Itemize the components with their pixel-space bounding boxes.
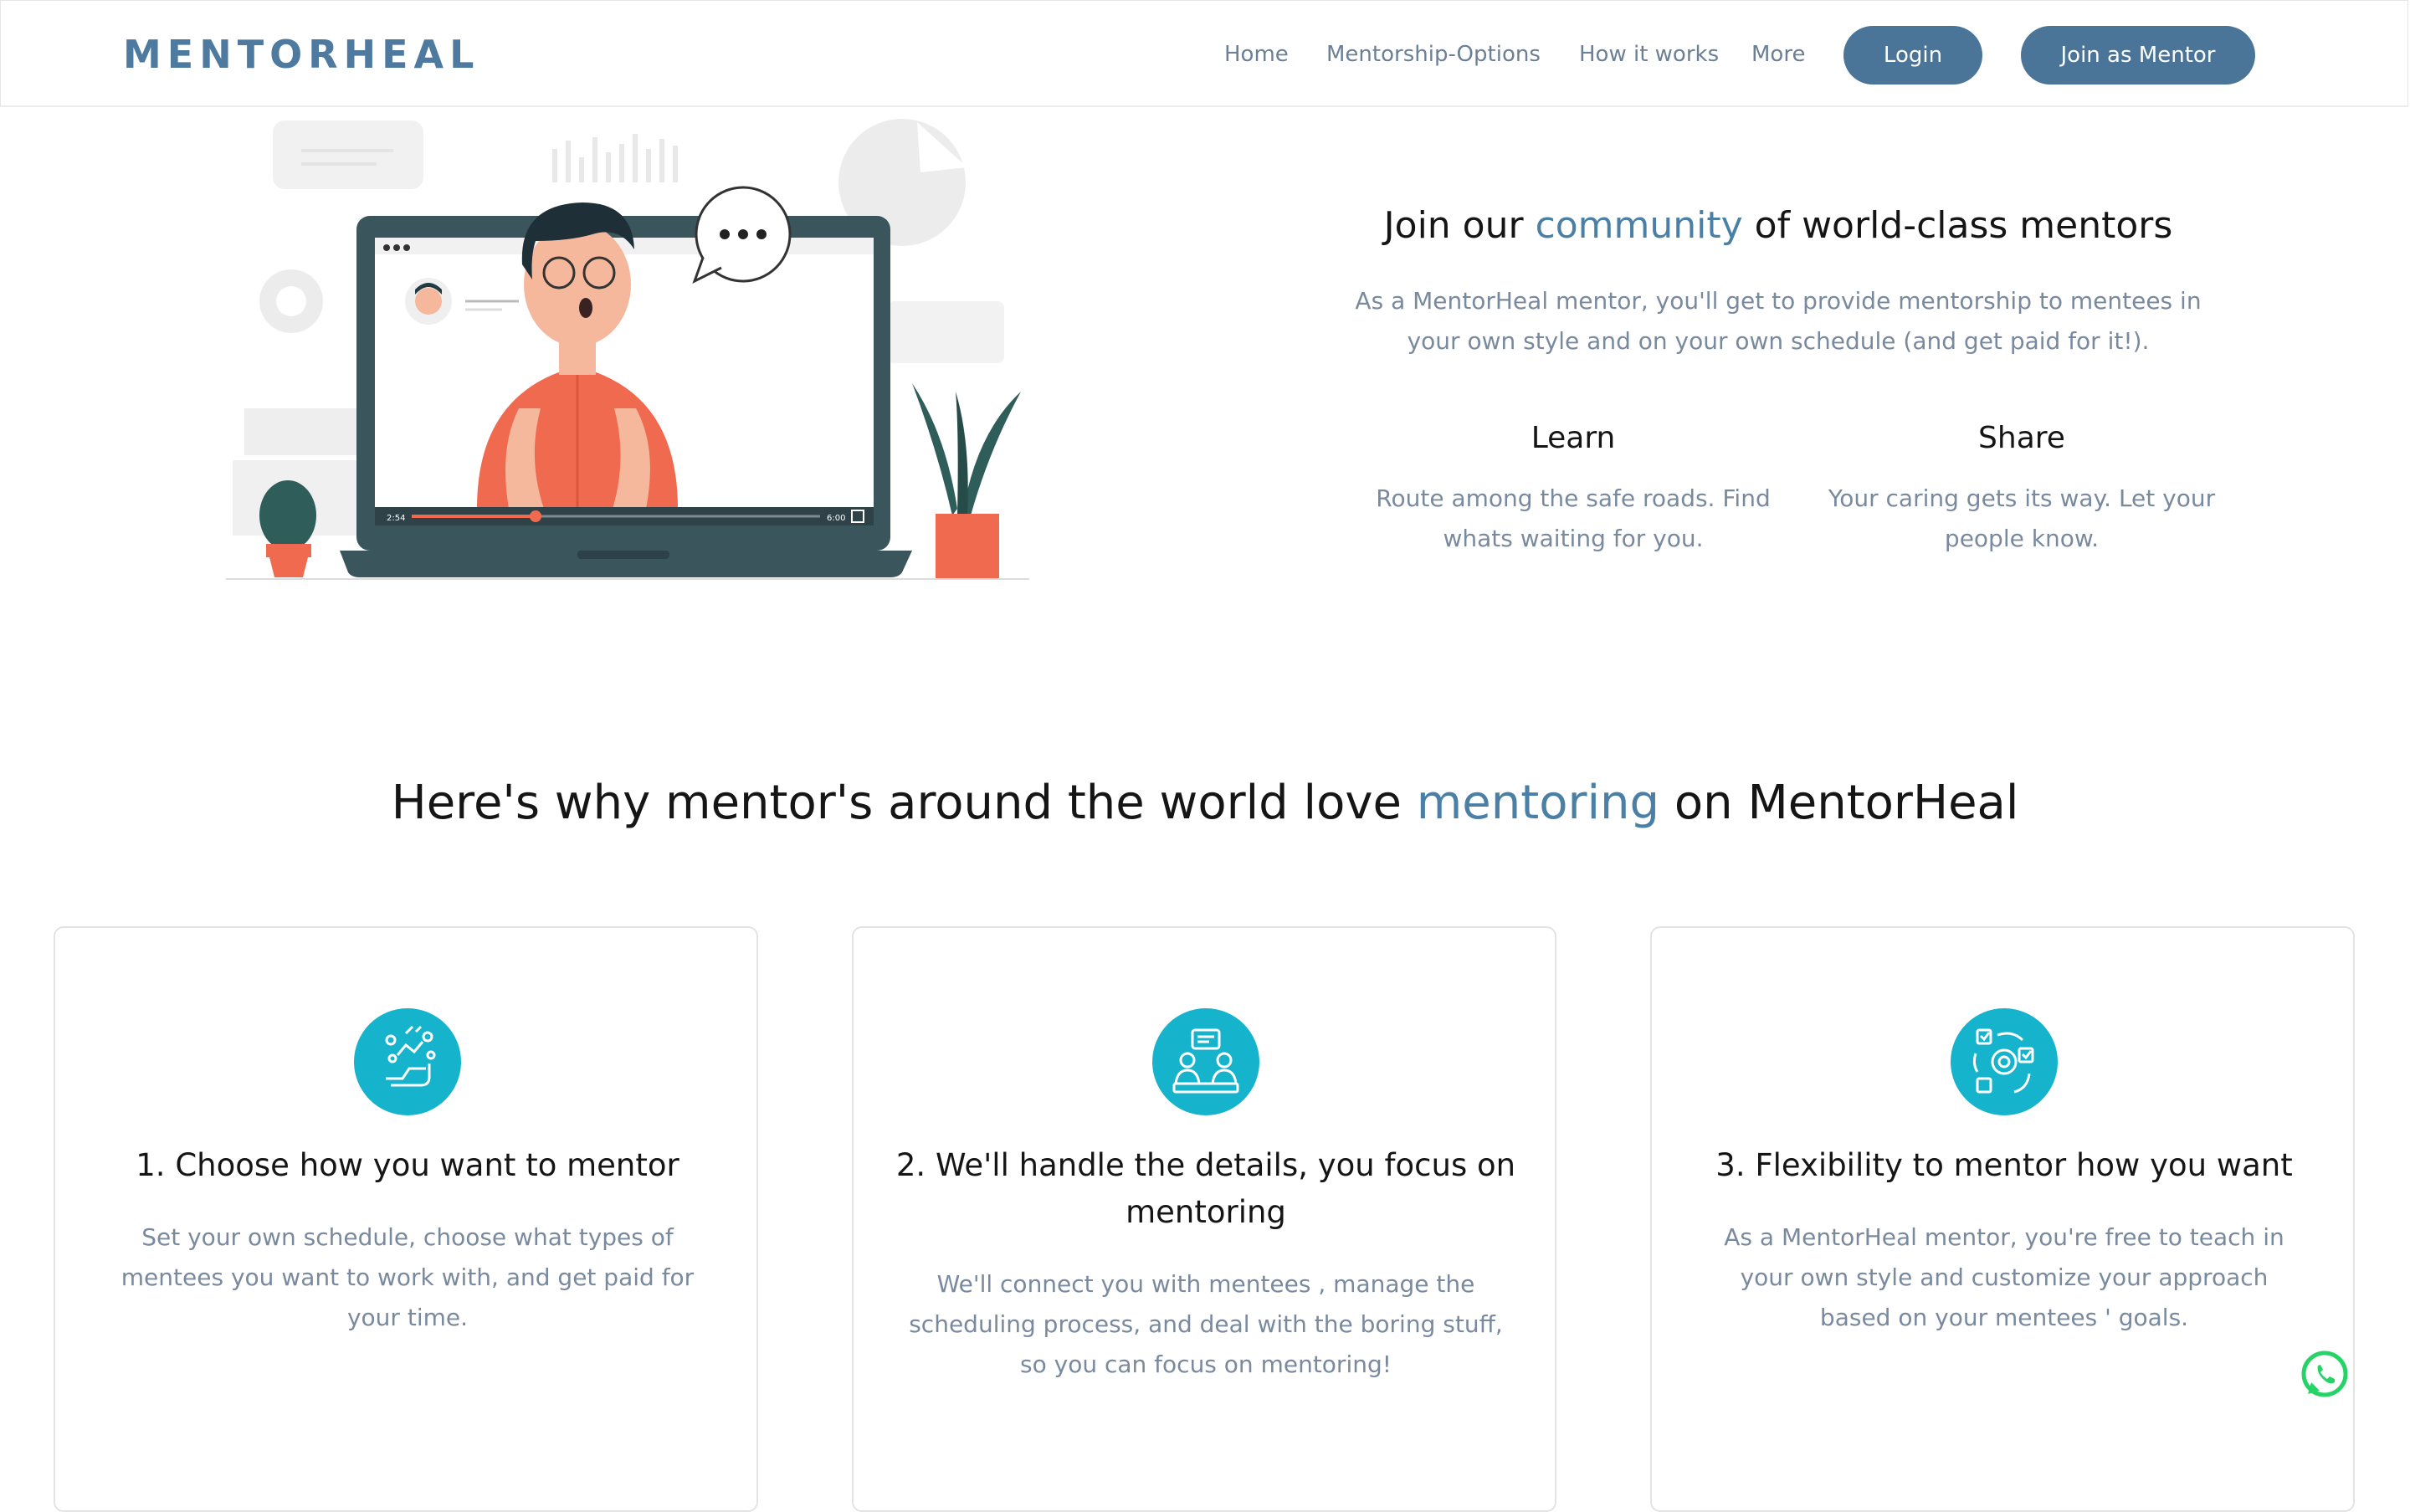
benefit-card-text: As a MentorHeal mentor, you're free to t… (1724, 1223, 2284, 1331)
mentor-video-call-illustration: 2:54 6:00 (226, 119, 1029, 580)
benefit-card-title: 2. We'll handle the details, you focus o… (895, 1147, 1516, 1230)
meeting-icon (1152, 1008, 1259, 1115)
benefit-card-title: 3. Flexibility to mentor how you want (1715, 1147, 2293, 1183)
whatsapp-chat-icon[interactable] (2300, 1349, 2350, 1399)
potted-plant (912, 383, 1021, 579)
logo[interactable]: MENTORHEAL (123, 33, 479, 76)
bg-chat-bubble (273, 120, 423, 189)
why-section-title: Here's why mentor's around the world lov… (0, 770, 2410, 837)
video-progress-bar[interactable]: 2:54 6:00 (375, 507, 874, 525)
benefit-card-text: Set your own schedule, choose what types… (120, 1223, 695, 1331)
join-as-mentor-button[interactable]: Join as Mentor (2021, 26, 2255, 85)
benefit-card-flexibility: 3. Flexibility to mentor how you want As… (1650, 926, 2355, 1512)
video-scrubber-handle[interactable] (530, 510, 541, 522)
why-title-suffix: on MentorHeal (1659, 776, 2019, 830)
top-navbar: MENTORHEAL Home Mentorship-Options How i… (0, 0, 2408, 107)
hero-title-suffix: of world-class mentors (1742, 204, 2173, 247)
nav-link-mentorship-options[interactable]: Mentorship-Options (1326, 38, 1541, 71)
feature-text-share: Your caring gets its way. Let your peopl… (1828, 484, 2216, 552)
benefit-card-choose: 1. Choose how you want to mentor Set you… (54, 926, 758, 1512)
why-title-prefix: Here's why mentor's around the world lov… (391, 776, 1417, 830)
hero-title-accent: community (1535, 204, 1743, 247)
nav-link-more[interactable]: More (1751, 38, 1805, 71)
flexibility-gear-icon (1951, 1008, 2058, 1115)
bg-books (244, 408, 370, 455)
feature-text-learn: Route among the safe roads. Find whats w… (1376, 484, 1771, 552)
hero-title: Join our community of world-class mentor… (1305, 201, 2251, 251)
hero-title-prefix: Join our (1383, 204, 1536, 247)
nav-link-home[interactable]: Home (1224, 38, 1289, 71)
handshake-icon (354, 1008, 461, 1115)
hero-description: As a MentorHeal mentor, you'll get to pr… (1355, 287, 2202, 355)
bg-bar-chart (552, 134, 678, 182)
cactus-plant (259, 480, 316, 577)
benefit-card-details: 2. We'll handle the details, you focus o… (852, 926, 1556, 1512)
bg-donut (259, 269, 323, 333)
bg-card (887, 301, 1004, 363)
feature-title-share: Share (1978, 421, 2065, 455)
nav-link-how-it-works[interactable]: How it works (1579, 38, 1719, 71)
benefit-card-text: We'll connect you with mentees , manage … (909, 1270, 1503, 1378)
speech-bubble-icon (692, 186, 792, 284)
login-button[interactable]: Login (1843, 26, 1982, 85)
video-current-time: 2:54 (387, 514, 405, 523)
benefit-card-title: 1. Choose how you want to mentor (136, 1147, 679, 1183)
why-title-accent: mentoring (1416, 776, 1660, 830)
feature-title-learn: Learn (1531, 421, 1616, 455)
video-total-time: 6:00 (827, 514, 845, 523)
